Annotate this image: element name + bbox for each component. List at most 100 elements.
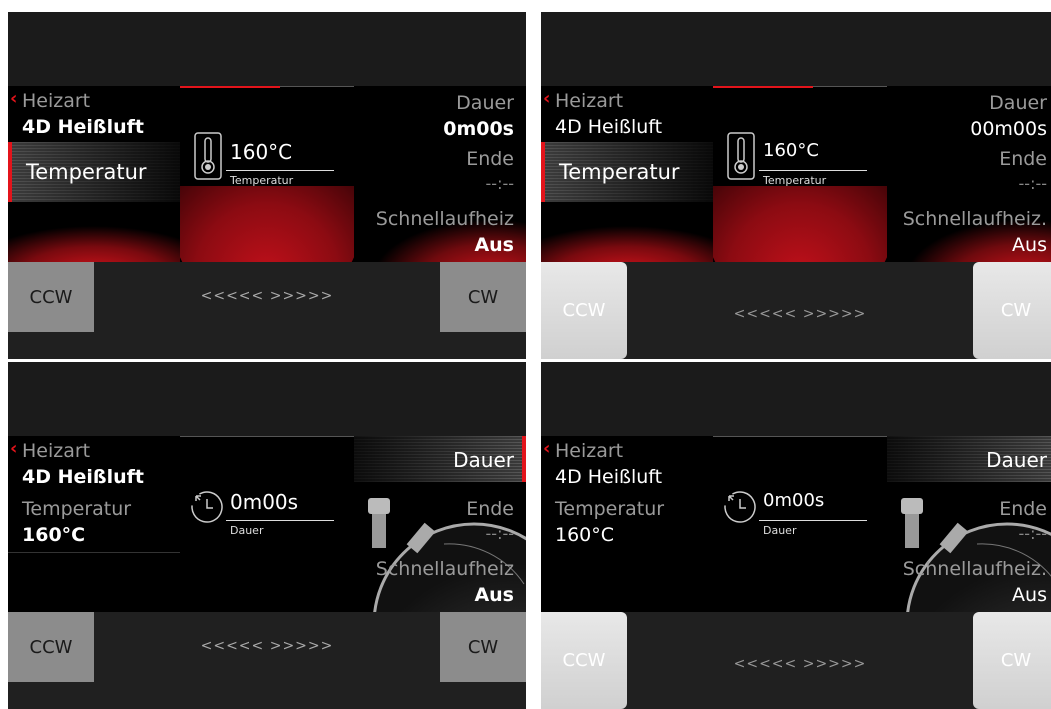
ende-value[interactable]: --:-- <box>486 524 514 543</box>
temperatur-value[interactable]: 160°C <box>555 524 614 546</box>
setpoint-value: 160°C <box>763 140 819 161</box>
selection-indicator <box>522 436 526 482</box>
selection-indicator <box>541 142 545 202</box>
readout-underline <box>759 520 867 521</box>
progress-indicator <box>713 86 813 88</box>
setpoint-caption: Dauer <box>763 524 797 537</box>
left-column: ‹ Heizart 4D Heißluft Temperatur <box>541 86 713 262</box>
main-area: ‹ Heizart 4D Heißluft Temperatur 160°C T… <box>541 86 1051 262</box>
status-bar <box>541 12 1051 86</box>
heizart-value[interactable]: 4D Heißluft <box>555 466 662 488</box>
oven-screen-duration-dark: ‹ Heizart 4D Heißluft Temperatur 160°C 0… <box>8 362 526 709</box>
heizart-label[interactable]: Heizart <box>22 440 90 462</box>
center-dial[interactable]: 0m00s Dauer <box>180 436 354 612</box>
temperatur-button[interactable]: Temperatur <box>541 142 713 202</box>
thermometer-icon <box>727 132 755 180</box>
ende-label[interactable]: Ende <box>466 148 514 170</box>
readout-underline <box>226 520 334 521</box>
ende-label[interactable]: Ende <box>999 148 1047 170</box>
ende-label[interactable]: Ende <box>999 498 1047 520</box>
setpoint-value: 0m00s <box>763 490 825 511</box>
oven-screen-temperature-light: ‹ Heizart 4D Heißluft Temperatur 160°C T… <box>541 12 1051 359</box>
cw-button[interactable]: CW <box>440 612 526 682</box>
dauer-label[interactable]: Dauer <box>989 92 1047 114</box>
red-glow <box>541 202 713 262</box>
control-bar: CCW <<<<< >>>>> CW <box>8 612 526 709</box>
schnellaufheiz-value[interactable]: Aus <box>1012 234 1047 256</box>
center-dial[interactable]: 0m00s Dauer <box>713 436 887 612</box>
setpoint-caption: Temperatur <box>763 174 827 187</box>
dauer-value[interactable]: 0m00s <box>443 118 514 140</box>
selection-indicator <box>8 142 12 202</box>
center-dial[interactable]: 160°C Temperatur <box>180 86 354 262</box>
ende-value[interactable]: --:-- <box>1019 524 1047 543</box>
setpoint-value: 160°C <box>230 140 293 164</box>
setpoint-caption: Dauer <box>230 524 264 537</box>
cw-button[interactable]: CW <box>440 262 526 332</box>
chevron-left-icon[interactable]: ‹ <box>543 90 550 108</box>
chevron-left-icon[interactable]: ‹ <box>10 90 17 108</box>
schnellaufheiz-label[interactable]: Schnellaufheiz <box>376 208 514 230</box>
schnellaufheiz-label[interactable]: Schnellaufheiz. <box>903 558 1047 580</box>
control-bar: CCW <<<<< >>>>> CW <box>541 262 1051 359</box>
main-area: ‹ Heizart 4D Heißluft Temperatur 160°C 0… <box>541 436 1051 612</box>
center-dial[interactable]: 160°C Temperatur <box>713 86 887 262</box>
timer-icon <box>191 491 223 523</box>
schnellaufheiz-value[interactable]: Aus <box>474 584 514 606</box>
status-bar <box>8 362 526 436</box>
ende-label[interactable]: Ende <box>466 498 514 520</box>
setpoint-caption: Temperatur <box>230 174 294 187</box>
left-column: ‹ Heizart 4D Heißluft Temperatur <box>8 86 180 262</box>
temperatur-button-label: Temperatur <box>26 160 147 184</box>
status-bar <box>541 362 1051 436</box>
right-column: Dauer Ende --:-- Schnellaufheiz. Aus <box>887 436 1051 612</box>
heizart-label[interactable]: Heizart <box>555 90 623 112</box>
cw-button[interactable]: CW <box>973 262 1051 359</box>
temperatur-button-label: Temperatur <box>559 160 680 184</box>
status-bar <box>8 12 526 86</box>
setpoint-value: 0m00s <box>230 490 299 514</box>
heizart-label[interactable]: Heizart <box>555 440 623 462</box>
chevron-left-icon[interactable]: ‹ <box>543 440 550 458</box>
ende-value[interactable]: --:-- <box>486 174 514 193</box>
control-bar: CCW <<<<< >>>>> CW <box>8 262 526 359</box>
timer-icon <box>724 491 756 523</box>
red-glow <box>8 202 180 262</box>
cw-button[interactable]: CW <box>973 612 1051 709</box>
dauer-button[interactable]: Dauer <box>354 436 526 482</box>
divider <box>8 552 180 553</box>
heizart-value[interactable]: 4D Heißluft <box>555 116 662 138</box>
main-area: ‹ Heizart 4D Heißluft Temperatur 160°C T… <box>8 86 526 262</box>
dauer-label[interactable]: Dauer <box>456 92 514 114</box>
oven-screen-temperature-dark: ‹ Heizart 4D Heißluft Temperatur 160°C T… <box>8 12 526 359</box>
right-column: Dauer Ende --:-- Schnellaufheiz Aus <box>354 436 526 612</box>
left-column: ‹ Heizart 4D Heißluft Temperatur 160°C <box>8 436 180 612</box>
temperatur-button[interactable]: Temperatur <box>8 142 180 202</box>
temperatur-label[interactable]: Temperatur <box>555 498 664 520</box>
progress-indicator <box>180 86 280 88</box>
schnellaufheiz-label[interactable]: Schnellaufheiz. <box>903 208 1047 230</box>
divider <box>180 436 354 437</box>
main-area: ‹ Heizart 4D Heißluft Temperatur 160°C 0… <box>8 436 526 612</box>
heizart-value[interactable]: 4D Heißluft <box>22 116 144 138</box>
schnellaufheiz-value[interactable]: Aus <box>474 234 514 256</box>
temperatur-value[interactable]: 160°C <box>22 524 85 546</box>
dauer-button-label: Dauer <box>453 448 514 472</box>
readout-underline <box>226 170 334 171</box>
dauer-button-label: Dauer <box>986 448 1047 472</box>
left-column: ‹ Heizart 4D Heißluft Temperatur 160°C <box>541 436 713 612</box>
ende-value[interactable]: --:-- <box>1019 174 1047 193</box>
divider <box>713 436 887 437</box>
chevron-left-icon[interactable]: ‹ <box>10 440 17 458</box>
dauer-button[interactable]: Dauer <box>887 436 1051 482</box>
temperatur-label[interactable]: Temperatur <box>22 498 131 520</box>
heizart-label[interactable]: Heizart <box>22 90 90 112</box>
readout-underline <box>759 170 867 171</box>
right-column: Dauer 0m00s Ende --:-- Schnellaufheiz Au… <box>354 86 526 262</box>
schnellaufheiz-value[interactable]: Aus <box>1012 584 1047 606</box>
dauer-value[interactable]: 00m00s <box>970 118 1047 140</box>
schnellaufheiz-label[interactable]: Schnellaufheiz <box>376 558 514 580</box>
heizart-value[interactable]: 4D Heißluft <box>22 466 144 488</box>
control-bar: CCW <<<<< >>>>> CW <box>541 612 1051 709</box>
thermometer-icon <box>194 132 222 180</box>
